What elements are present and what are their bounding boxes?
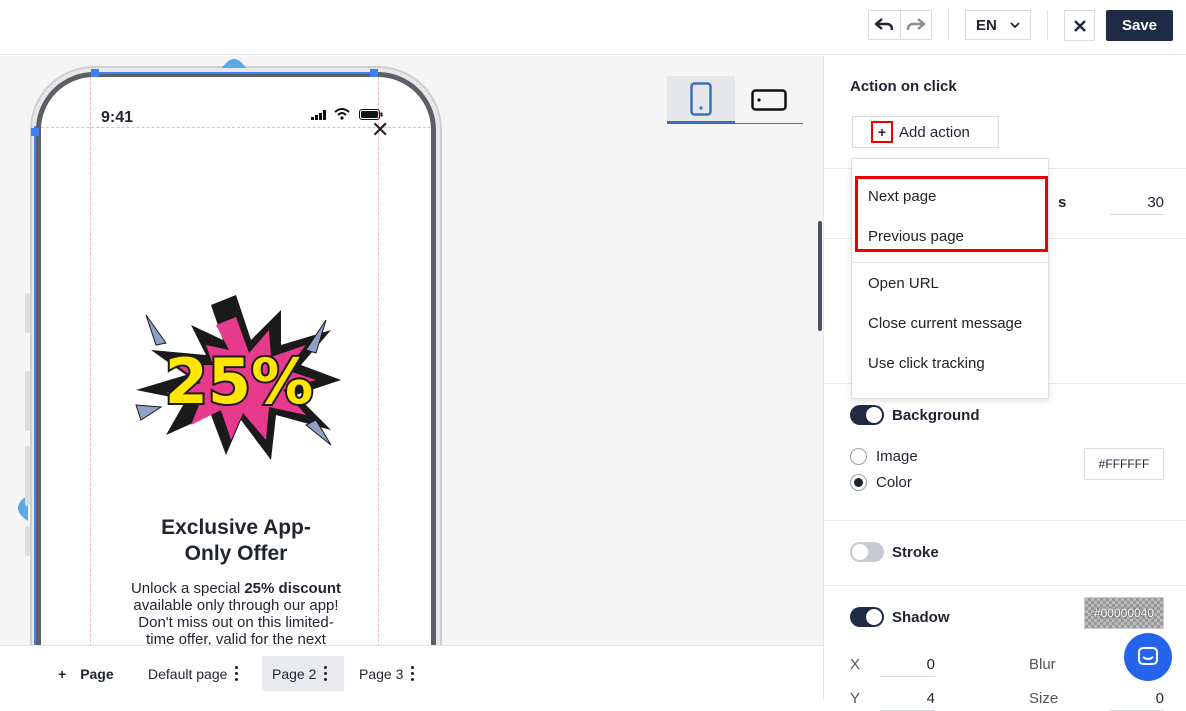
color-radio-label: Color <box>876 474 912 491</box>
discount-burst-image: 25% <box>135 295 341 460</box>
action-on-click-title: Action on click <box>850 78 957 95</box>
color-radio[interactable] <box>850 474 867 491</box>
image-radio[interactable] <box>850 448 867 465</box>
close-editor-button[interactable] <box>1064 10 1095 41</box>
stroke-toggle[interactable] <box>850 542 884 562</box>
more-options-icon[interactable] <box>411 666 415 681</box>
redo-button[interactable] <box>899 11 931 39</box>
chevron-down-icon <box>1010 22 1020 28</box>
phone-landscape-icon <box>751 88 787 111</box>
menu-divider <box>852 262 1048 263</box>
resize-handle[interactable] <box>31 128 39 136</box>
page-tab-2[interactable]: Page 2 <box>262 656 344 691</box>
phone-side-button <box>25 526 30 556</box>
shadow-y-label: Y <box>850 690 861 707</box>
setting-value-input[interactable]: 30 <box>1109 194 1164 215</box>
body-prefix: Unlock a special <box>130 580 245 597</box>
shadow-color-input[interactable]: #00000040 <box>1084 597 1164 629</box>
add-action-label: Add action <box>899 123 970 141</box>
toolbar-divider <box>1047 10 1048 40</box>
add-action-dropdown: Next page Previous page Open URL Close c… <box>851 158 1049 399</box>
add-action-button[interactable]: + Add action <box>852 116 999 148</box>
resize-handle[interactable] <box>91 69 99 77</box>
undo-redo-group <box>868 10 932 40</box>
background-color-input[interactable]: #FFFFFF <box>1084 448 1164 480</box>
phone-portrait-icon <box>690 81 712 116</box>
phone-side-button <box>25 446 30 506</box>
shadow-size-label: Size <box>1029 690 1059 707</box>
undo-icon <box>875 18 894 31</box>
headline-line-2: Only Offer <box>184 542 288 565</box>
close-icon[interactable]: ✕ <box>371 117 389 143</box>
background-label: Background <box>892 407 980 424</box>
shadow-blur-label: Blur <box>1029 656 1056 673</box>
menu-item-open-url[interactable]: Open URL <box>868 275 939 292</box>
close-icon <box>1073 19 1086 32</box>
tab-portrait[interactable] <box>667 76 735 123</box>
chat-support-button[interactable] <box>1124 633 1172 681</box>
phone-screen[interactable]: 9:41 ✕ 25% Exclusive App- Only Offer Unl… <box>36 72 436 645</box>
menu-item-click-tracking[interactable]: Use click tracking <box>868 355 985 372</box>
page-tab-3[interactable]: Page 3 <box>349 656 424 691</box>
panel-resize-handle[interactable] <box>818 221 822 331</box>
page-tab-label: Page 3 <box>359 665 404 682</box>
status-time: 9:41 <box>101 109 134 126</box>
redo-icon <box>906 18 926 31</box>
divider <box>824 520 1186 521</box>
add-page-button[interactable]: + Page <box>48 656 124 691</box>
stroke-label: Stroke <box>892 544 939 561</box>
more-options-icon[interactable] <box>324 666 328 681</box>
page-tabs-bar: + Page Default page Page 2 Page 3 <box>0 645 823 701</box>
page-tab-default[interactable]: Default page <box>138 656 248 691</box>
wifi-icon <box>334 108 350 120</box>
selection-outline <box>34 126 36 645</box>
menu-item-next-page[interactable]: Next page <box>868 188 936 205</box>
shadow-label: Shadow <box>892 609 950 626</box>
save-button[interactable]: Save <box>1106 10 1173 41</box>
phone-side-button <box>25 371 30 431</box>
more-options-icon[interactable] <box>235 666 239 681</box>
menu-item-close-message[interactable]: Close current message <box>868 315 1022 332</box>
background-toggle[interactable] <box>850 405 884 425</box>
shadow-toggle[interactable] <box>850 607 884 627</box>
plus-icon: + <box>871 121 893 143</box>
setting-label-partial: s <box>1058 194 1067 211</box>
body-line-3: Don't miss out on this limited- <box>138 614 334 631</box>
body-bold: 25% discount <box>244 580 342 597</box>
undo-button[interactable] <box>869 11 900 39</box>
chat-icon <box>1138 647 1158 665</box>
body-line-2: available only through our app! <box>133 597 339 614</box>
discount-badge-text: 25% <box>165 345 313 418</box>
page-tab-label: Default page <box>148 665 228 682</box>
shadow-x-input[interactable]: 0 <box>880 656 935 677</box>
menu-item-previous-page[interactable]: Previous page <box>868 228 964 245</box>
plus-icon: + <box>58 665 67 682</box>
image-radio-label: Image <box>876 448 918 465</box>
offer-body-text[interactable]: Unlock a special 25% discount available … <box>111 580 361 645</box>
headline-line-1: Exclusive App- <box>161 516 311 539</box>
add-page-label: Page <box>80 665 114 682</box>
drag-handle-top-icon[interactable] <box>220 56 248 68</box>
phone-side-button <box>25 293 30 333</box>
body-line-4: time offer, valid for the next <box>146 631 326 645</box>
body-line-1: Unlock a special 25% discount <box>111 580 361 597</box>
language-value: EN <box>976 16 997 34</box>
selection-outline <box>94 72 374 74</box>
tab-landscape[interactable] <box>735 76 803 123</box>
divider <box>824 585 1186 586</box>
top-toolbar: EN Save <box>0 0 1186 55</box>
language-select[interactable]: EN <box>965 10 1031 40</box>
toolbar-divider <box>948 10 949 40</box>
editor-canvas: 9:41 ✕ 25% Exclusive App- Only Offer Unl… <box>0 56 823 645</box>
page-tab-label: Page 2 <box>272 665 317 682</box>
signal-icon <box>311 110 326 120</box>
device-orientation-tabs <box>667 76 803 124</box>
shadow-x-label: X <box>850 656 861 673</box>
offer-headline[interactable]: Exclusive App- Only Offer <box>41 515 431 567</box>
resize-handle[interactable] <box>370 69 378 77</box>
